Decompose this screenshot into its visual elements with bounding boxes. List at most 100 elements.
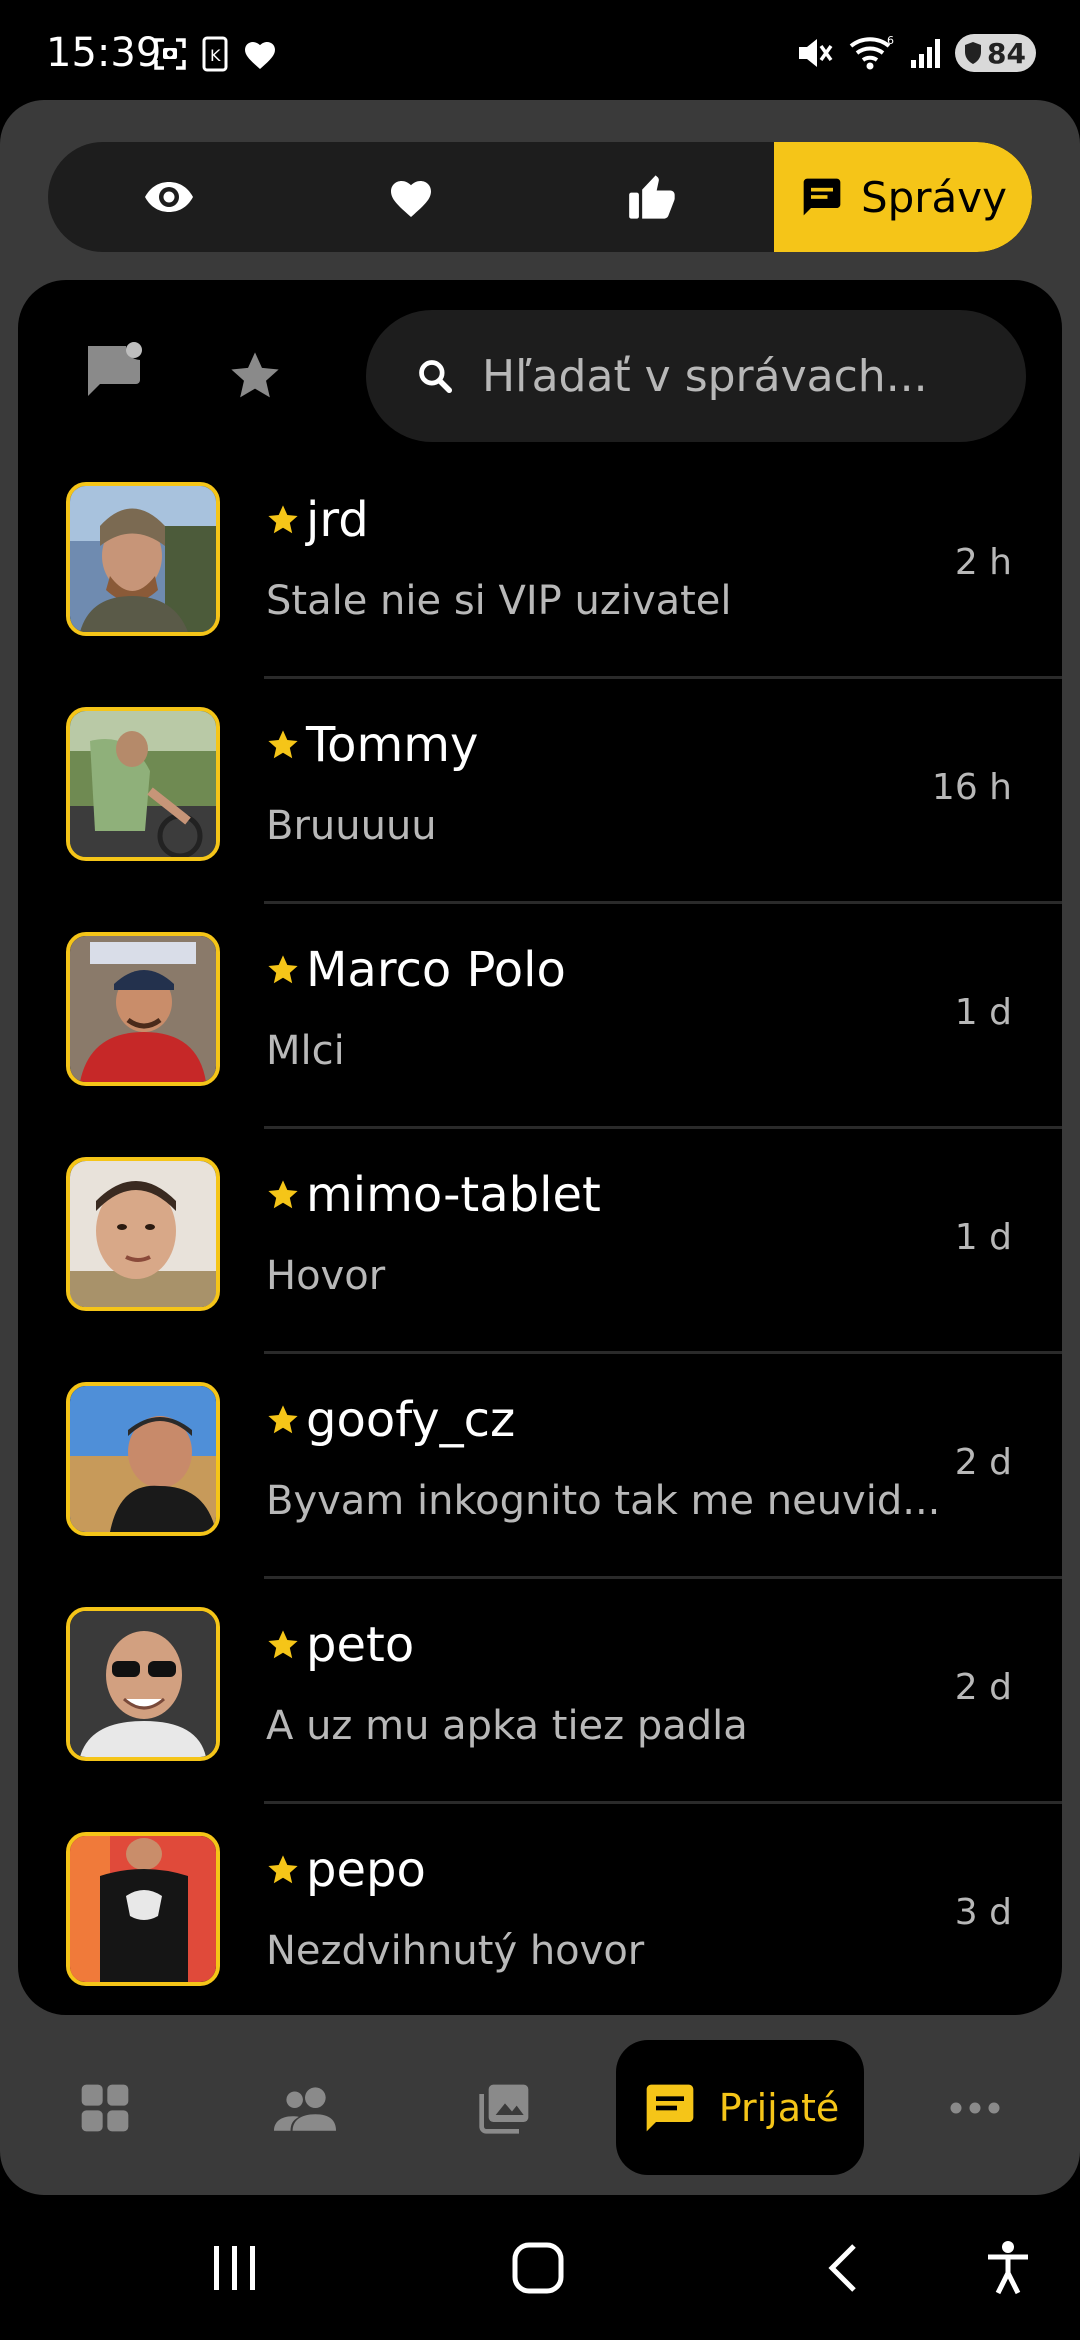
conversation-row[interactable]: jrd Stale nie si VIP uzivatel 2 h xyxy=(18,482,1062,707)
app-k-icon: K xyxy=(202,36,228,72)
tab-messages-label: Správy xyxy=(860,172,1008,222)
nav-inbox[interactable]: Prijaté xyxy=(616,2040,864,2175)
top-tabs: Správy xyxy=(48,142,1032,252)
conversation-time: 16 h xyxy=(931,767,1012,808)
conversation-name: Marco Polo xyxy=(266,942,566,998)
eye-icon xyxy=(145,182,193,212)
battery-indicator: 84 xyxy=(955,34,1036,72)
message-icon xyxy=(803,178,841,216)
nav-people[interactable] xyxy=(240,2040,370,2175)
nav-dashboard[interactable] xyxy=(40,2040,170,2175)
shield-icon xyxy=(965,42,982,64)
people-icon xyxy=(274,2086,336,2131)
conversation-preview: Stale nie si VIP uzivatel xyxy=(266,578,732,624)
divider xyxy=(264,901,1062,904)
avatar xyxy=(66,1832,220,1986)
accessibility-icon[interactable] xyxy=(986,2240,1030,2296)
avatar xyxy=(66,482,220,636)
conversation-name: mimo-tablet xyxy=(266,1167,601,1223)
divider xyxy=(264,1576,1062,1579)
conversation-preview: Byvam inkognito tak me neuvid... xyxy=(266,1478,941,1524)
tab-thumbs-up[interactable] xyxy=(532,142,774,252)
avatar xyxy=(66,707,220,861)
vip-star-icon xyxy=(268,1855,298,1884)
conversation-preview: Nezdvihnutý hovor xyxy=(266,1928,645,1974)
screenshot-icon xyxy=(154,38,186,70)
conversation-row[interactable]: peto A uz mu apka tiez padla 2 d xyxy=(18,1607,1062,1832)
status-right-icons: 6 84 xyxy=(795,34,1036,72)
tab-messages[interactable]: Správy xyxy=(774,142,1032,252)
divider xyxy=(264,1351,1062,1354)
flag-chat-icon[interactable] xyxy=(84,342,144,398)
conversation-time: 2 d xyxy=(954,1442,1012,1483)
conversation-time: 3 d xyxy=(954,1892,1012,1933)
vip-star-icon xyxy=(268,955,298,984)
vip-star-icon xyxy=(268,505,298,534)
signal-icon xyxy=(911,39,941,68)
conversation-name: Tommy xyxy=(266,717,478,773)
conversation-row[interactable]: Marco Polo Mlci 1 d xyxy=(18,932,1062,1157)
conversation-name-text: mimo-tablet xyxy=(306,1167,601,1223)
mute-icon xyxy=(799,39,833,67)
thumbs-up-icon xyxy=(629,175,675,219)
conversation-preview: Mlci xyxy=(266,1028,345,1074)
search-icon xyxy=(419,360,453,394)
conversation-row[interactable]: pepo Nezdvihnutý hovor 3 d xyxy=(18,1832,1062,2015)
conversation-list: jrd Stale nie si VIP uzivatel 2 h Tommy … xyxy=(18,482,1062,2015)
conversation-name-text: Tommy xyxy=(306,717,479,773)
heart-icon xyxy=(391,181,431,217)
heart-status-icon xyxy=(245,42,275,69)
conversation-time: 1 d xyxy=(954,992,1012,1033)
conversation-row[interactable]: Tommy Bruuuuu 16 h xyxy=(18,707,1062,932)
more-icon xyxy=(950,2102,1000,2113)
tab-visitors[interactable] xyxy=(48,142,290,252)
conversation-time: 1 d xyxy=(954,1217,1012,1258)
messages-panel: Hľadať v správach... jrd Stale nie si VI… xyxy=(18,280,1062,2015)
svg-text:K: K xyxy=(210,46,221,65)
conversation-name-text: jrd xyxy=(306,492,369,548)
conversation-name: goofy_cz xyxy=(266,1392,515,1448)
conversation-preview: Hovor xyxy=(266,1253,386,1299)
avatar xyxy=(66,1382,220,1536)
nav-inbox-label: Prijaté xyxy=(718,2085,840,2130)
vip-star-icon xyxy=(268,1405,298,1434)
grid-icon xyxy=(81,2084,129,2131)
gallery-icon xyxy=(479,2084,529,2134)
conversation-name: jrd xyxy=(266,492,369,548)
tools-row: Hľadať v správach... xyxy=(18,280,1062,450)
conversation-row[interactable]: mimo-tablet Hovor 1 d xyxy=(18,1157,1062,1382)
conversation-name: pepo xyxy=(266,1842,426,1898)
status-left-icons: K xyxy=(152,36,278,72)
nav-photos[interactable] xyxy=(440,2040,570,2175)
vip-star-icon xyxy=(268,1180,298,1209)
tab-likes[interactable] xyxy=(290,142,532,252)
conversation-time: 2 h xyxy=(954,542,1012,583)
vip-star-icon xyxy=(268,1630,298,1659)
avatar xyxy=(66,932,220,1086)
conversation-name-text: goofy_cz xyxy=(306,1392,516,1448)
conversation-row[interactable]: goofy_cz Byvam inkognito tak me neuvid..… xyxy=(18,1382,1062,1607)
conversation-name-text: peto xyxy=(306,1617,415,1673)
divider xyxy=(264,1126,1062,1129)
nav-more[interactable] xyxy=(910,2040,1040,2175)
back-icon[interactable] xyxy=(822,2240,862,2296)
avatar xyxy=(66,1607,220,1761)
divider xyxy=(264,1801,1062,1804)
home-icon[interactable] xyxy=(510,2240,566,2296)
svg-text:6: 6 xyxy=(887,34,894,47)
conversation-preview: A uz mu apka tiez padla xyxy=(266,1703,748,1749)
system-nav-bar xyxy=(0,2195,1080,2340)
status-bar: 15:39 K 6 84 xyxy=(0,0,1080,100)
conversation-time: 2 d xyxy=(954,1667,1012,1708)
conversation-name-text: Marco Polo xyxy=(306,942,566,998)
wifi-icon: 6 xyxy=(849,34,894,70)
divider xyxy=(264,676,1062,679)
conversation-name-text: pepo xyxy=(306,1842,426,1898)
message-icon xyxy=(646,2084,694,2131)
recent-apps-icon[interactable] xyxy=(210,2240,260,2296)
star-filter-icon[interactable] xyxy=(228,350,282,402)
vip-star-icon xyxy=(268,730,298,759)
search-input[interactable]: Hľadať v správach... xyxy=(366,310,1026,442)
conversation-name: peto xyxy=(266,1617,414,1673)
battery-level: 84 xyxy=(987,36,1026,70)
